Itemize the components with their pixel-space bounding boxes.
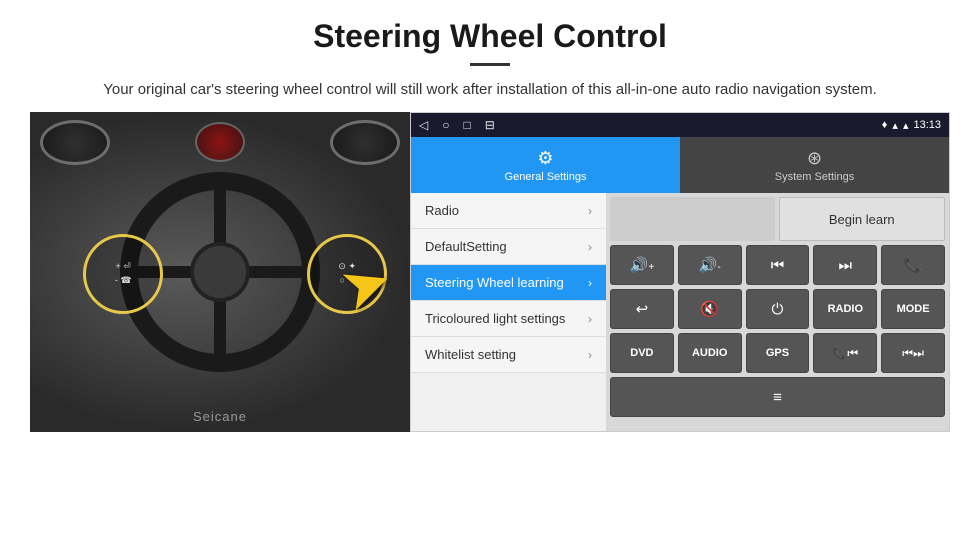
menu-steering-label: Steering Wheel learning [425,275,564,290]
sw-left-controls: + ⏎ - ☎ [83,234,163,314]
nav-buttons: ◁ ○ □ ⊟ [419,118,495,132]
prev-next-icon: ⏮⏭ [902,346,924,361]
sw-background: + ⏎ - ☎ ⊙ ✦ ○ ✦ ➤ Seicane [30,112,410,432]
chevron-icon: › [588,348,592,362]
vol-down-button[interactable]: 🔊- [678,245,742,285]
phone-prev-icon: 📞⏮ [832,346,858,361]
menu-grid-icon: ≡ [773,389,782,406]
vol-up-button[interactable]: 🔊+ [610,245,674,285]
dvd-label: DVD [630,347,653,359]
radio-button[interactable]: RADIO [813,289,877,329]
watermark: Seicane [193,409,247,424]
nav-home-btn[interactable]: ○ [442,118,449,132]
mute-button[interactable]: 🔇 [678,289,742,329]
direction-arrow: ➤ [330,244,401,327]
tab-system-label: System Settings [775,171,854,183]
tab-general-label: General Settings [505,171,587,183]
tab-general-settings[interactable]: ⚙ General Settings [411,137,680,193]
chevron-icon: › [588,276,592,290]
nav-back-btn[interactable]: ◁ [419,118,428,132]
btn-row-4: ≡ [610,377,945,417]
audio-button[interactable]: AUDIO [678,333,742,373]
title-divider [470,63,510,66]
chevron-icon: › [588,240,592,254]
vol-down-icon: 🔊- [699,256,721,274]
mode-button[interactable]: MODE [881,289,945,329]
chevron-icon: › [588,204,592,218]
prev-next-button[interactable]: ⏮⏭ [881,333,945,373]
system-settings-icon: ⊛ [807,148,822,169]
screen-menu: Radio › DefaultSetting › Steering Wheel … [411,193,606,431]
screen-panel: Begin learn 🔊+ 🔊- ⏮ [606,193,949,431]
page-title: Steering Wheel Control [60,18,920,55]
chevron-icon: › [588,312,592,326]
btn-row-1: 🔊+ 🔊- ⏮ ⏭ 📞 [610,245,945,285]
gps-button[interactable]: GPS [746,333,810,373]
nav-square-btn[interactable]: □ [463,118,470,132]
btn-row-2: ↩ 🔇 ⏻ RADIO MODE [610,289,945,329]
btn-row-3: DVD AUDIO GPS 📞⏮ ⏮⏭ [610,333,945,373]
phone-button[interactable]: 📞 [881,245,945,285]
page-header: Steering Wheel Control Your original car… [0,0,980,112]
wifi-icon: ▴ [892,119,898,132]
menu-item-whitelist[interactable]: Whitelist setting › [411,337,606,373]
sw-center [190,242,250,302]
phone-icon: 📞 [904,256,923,274]
menu-item-steering-wheel[interactable]: Steering Wheel learning › [411,265,606,301]
mode-label: MODE [897,303,930,315]
top-tabs: ⚙ General Settings ⊛ System Settings [411,137,949,193]
menu-default-label: DefaultSetting [425,239,507,254]
power-button[interactable]: ⏻ [746,289,810,329]
nav-menu-btn[interactable]: ⊟ [485,118,495,132]
back-icon: ↩ [636,300,649,318]
empty-display [610,197,775,241]
dvd-button[interactable]: DVD [610,333,674,373]
panel-top-row: Begin learn [610,197,945,241]
menu-item-tricolour[interactable]: Tricoloured light settings › [411,301,606,337]
general-settings-icon: ⚙ [537,148,553,169]
gps-label: GPS [766,347,789,359]
tab-system-settings[interactable]: ⊛ System Settings [680,137,949,193]
mute-icon: 🔇 [700,300,719,318]
audio-label: AUDIO [692,347,727,359]
next-track-button[interactable]: ⏭ [813,245,877,285]
page-subtitle: Your original car's steering wheel contr… [90,78,890,102]
phone-prev-button[interactable]: 📞⏮ [813,333,877,373]
prev-track-icon: ⏮ [771,257,785,274]
status-icons: ♦ ▴ ▴ 13:13 [882,119,941,132]
power-icon: ⏻ [772,301,784,318]
content-area: + ⏎ - ☎ ⊙ ✦ ○ ✦ ➤ Seicane [0,112,980,442]
menu-grid-button[interactable]: ≡ [610,377,945,417]
location-icon: ♦ [882,119,888,131]
android-statusbar: ◁ ○ □ ⊟ ♦ ▴ ▴ 13:13 [411,113,949,137]
menu-whitelist-label: Whitelist setting [425,347,516,362]
screen-main: Radio › DefaultSetting › Steering Wheel … [411,193,949,431]
begin-learn-button[interactable]: Begin learn [779,197,946,241]
page-wrapper: Steering Wheel Control Your original car… [0,0,980,442]
back-button[interactable]: ↩ [610,289,674,329]
signal-icon: ▴ [903,119,909,132]
menu-tricolour-label: Tricoloured light settings [425,311,565,326]
radio-label: RADIO [828,303,863,315]
menu-radio-label: Radio [425,203,459,218]
menu-item-radio[interactable]: Radio › [411,193,606,229]
prev-track-button[interactable]: ⏮ [746,245,810,285]
clock: 13:13 [913,119,941,131]
vol-up-icon: 🔊+ [630,256,655,274]
menu-item-defaultsetting[interactable]: DefaultSetting › [411,229,606,265]
dashboard-screen: ◁ ○ □ ⊟ ♦ ▴ ▴ 13:13 ⚙ General Settings [410,112,950,432]
next-track-icon: ⏭ [839,257,853,274]
steering-wheel-image: + ⏎ - ☎ ⊙ ✦ ○ ✦ ➤ Seicane [30,112,410,432]
